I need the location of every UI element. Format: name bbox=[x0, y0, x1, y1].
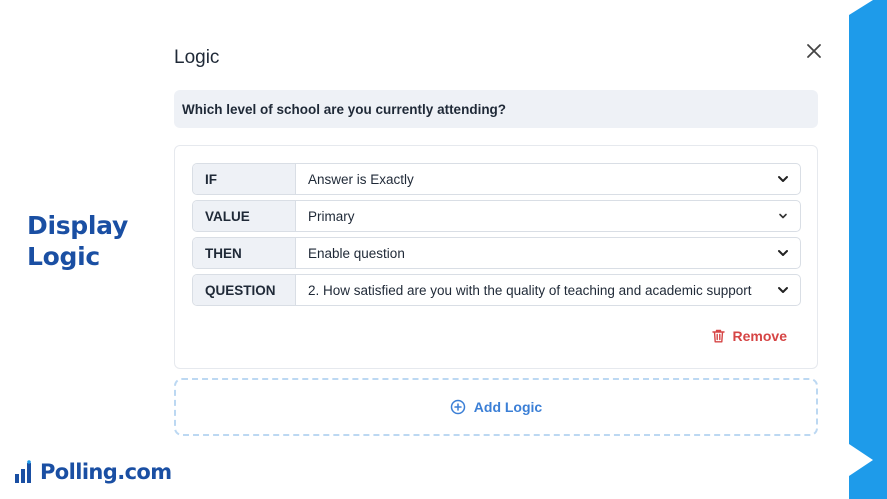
chevron-down-icon bbox=[778, 287, 788, 293]
chevron-down-icon bbox=[778, 250, 788, 256]
heading-line-2: Logic bbox=[27, 242, 100, 271]
if-select[interactable]: Answer is Exactly bbox=[296, 164, 800, 194]
remove-label: Remove bbox=[732, 328, 787, 344]
value-label: VALUE bbox=[193, 201, 296, 231]
question-select[interactable]: 2. How satisfied are you with the qualit… bbox=[296, 275, 800, 305]
value-value: Primary bbox=[308, 208, 355, 224]
remove-button[interactable]: Remove bbox=[711, 328, 787, 344]
chevron-down-icon bbox=[778, 176, 788, 182]
trash-icon bbox=[711, 329, 725, 343]
logic-rule-card: IF Answer is Exactly VALUE Primary THEN … bbox=[174, 145, 818, 369]
heading-line-1: Display bbox=[27, 211, 128, 240]
value-row: VALUE Primary bbox=[192, 200, 801, 232]
question-label: QUESTION bbox=[193, 275, 296, 305]
question-row: QUESTION 2. How satisfied are you with t… bbox=[192, 274, 801, 306]
if-value: Answer is Exactly bbox=[308, 171, 414, 187]
chevron-down-icon bbox=[779, 213, 787, 219]
if-label: IF bbox=[193, 164, 296, 194]
then-select[interactable]: Enable question bbox=[296, 238, 800, 268]
brand-name: Polling.com bbox=[40, 460, 172, 484]
if-row: IF Answer is Exactly bbox=[192, 163, 801, 195]
then-value: Enable question bbox=[308, 245, 405, 261]
display-logic-heading: Display Logic bbox=[27, 210, 128, 272]
then-label: THEN bbox=[193, 238, 296, 268]
close-icon[interactable] bbox=[804, 41, 824, 61]
then-row: THEN Enable question bbox=[192, 237, 801, 269]
decorative-ribbon bbox=[849, 0, 887, 499]
plus-circle-icon bbox=[450, 399, 466, 415]
question-text: Which level of school are you currently … bbox=[182, 101, 507, 117]
value-select[interactable]: Primary bbox=[296, 201, 800, 231]
add-logic-button[interactable]: Add Logic bbox=[174, 378, 818, 436]
question-value: 2. How satisfied are you with the qualit… bbox=[308, 282, 752, 298]
bar-chart-logo-icon bbox=[15, 460, 31, 483]
question-banner: Which level of school are you currently … bbox=[174, 90, 818, 128]
dialog-title: Logic bbox=[174, 47, 220, 68]
add-logic-label: Add Logic bbox=[473, 399, 543, 415]
brand-logo: Polling.com bbox=[14, 460, 172, 484]
